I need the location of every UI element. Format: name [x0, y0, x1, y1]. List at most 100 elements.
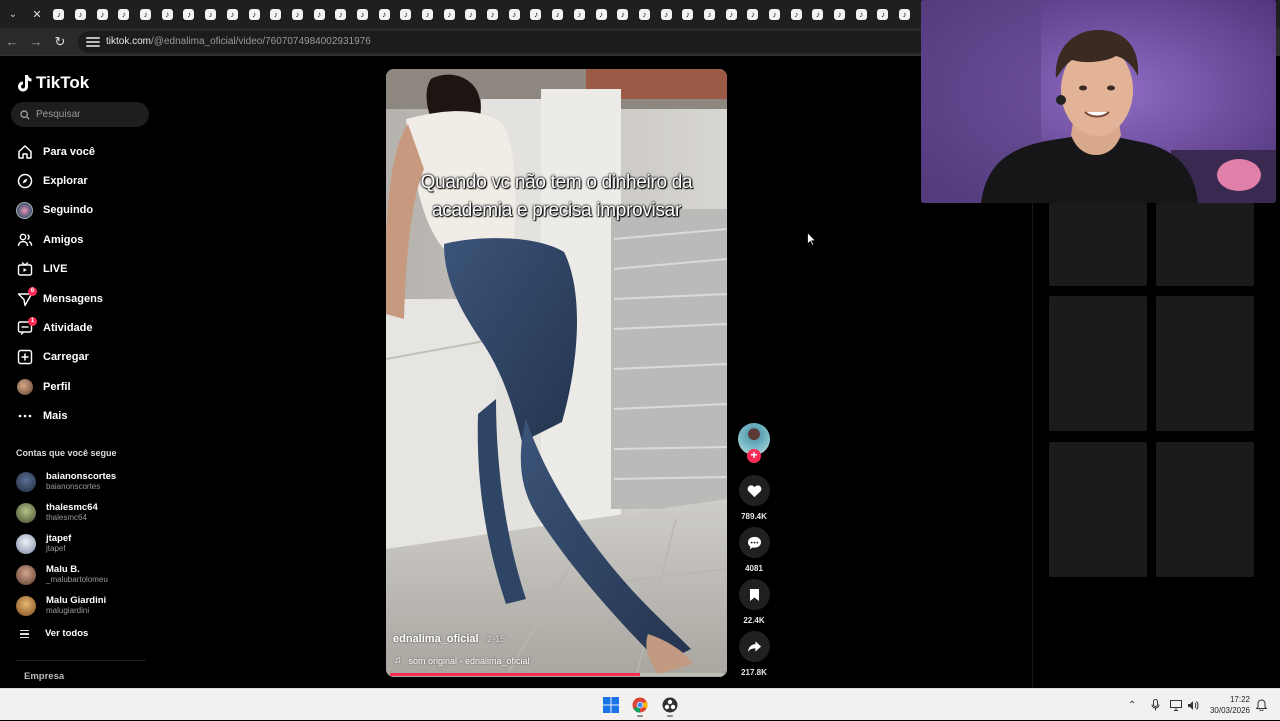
video-sound-row[interactable]: ♫ som original - ednalima_oficial — [394, 655, 530, 666]
share-icon[interactable] — [738, 631, 770, 662]
forward-arrow-icon[interactable]: → — [24, 28, 48, 56]
company-link[interactable]: Empresa — [24, 671, 64, 682]
video-author[interactable]: ednalima_oficial — [393, 633, 479, 645]
video-thumbnail[interactable] — [1156, 296, 1254, 431]
nav-item-amigos[interactable]: Amigos — [16, 225, 156, 254]
browser-tab[interactable]: ♪ — [590, 0, 612, 28]
nav-item-seguindo[interactable]: Seguindo — [16, 196, 156, 225]
volume-icon[interactable] — [1187, 689, 1199, 721]
browser-tab[interactable]: ♪ — [91, 0, 113, 28]
nav-item-para-voce[interactable]: Para você — [16, 137, 156, 166]
browser-tab[interactable]: ♪ — [113, 0, 135, 28]
browser-tab[interactable]: ♪ — [503, 0, 525, 28]
browser-tab[interactable]: ♪ — [894, 0, 916, 28]
video-thumbnail[interactable] — [1156, 203, 1254, 286]
browser-tab[interactable]: ♪ — [178, 0, 200, 28]
nav-item-perfil[interactable]: Perfil — [16, 372, 156, 401]
browser-tab[interactable]: ♪ — [265, 0, 287, 28]
browser-tab[interactable]: ♪ — [829, 0, 851, 28]
browser-tab[interactable]: ♪ — [807, 0, 829, 28]
following-account-baianonscortes[interactable]: baianonscortes baianonscortes — [16, 467, 156, 498]
browser-tab[interactable]: ♪ — [677, 0, 699, 28]
browser-tab[interactable]: ♪ — [48, 0, 70, 28]
comment-action[interactable]: 4081 — [738, 527, 770, 573]
browser-tab[interactable]: ♪ — [438, 0, 460, 28]
video-player[interactable]: Quando vc não tem o dinheiro da academia… — [386, 69, 727, 677]
browser-tab[interactable]: ♪ — [135, 0, 157, 28]
tray-overflow-icon[interactable]: ⌃ — [1128, 689, 1136, 721]
browser-tab[interactable]: ♪ — [460, 0, 482, 28]
browser-tab[interactable]: ♪ — [655, 0, 677, 28]
browser-tab[interactable]: ♪ — [352, 0, 374, 28]
search-box[interactable] — [11, 102, 149, 127]
video-thumbnail[interactable] — [1049, 203, 1147, 286]
browser-tab[interactable]: ♪ — [330, 0, 352, 28]
browser-tab[interactable]: ♪ — [308, 0, 330, 28]
network-icon[interactable] — [1170, 689, 1182, 721]
tiktok-favicon-icon: ♪ — [335, 8, 347, 20]
browser-tab[interactable]: ♪ — [156, 0, 178, 28]
browser-tab[interactable]: ♪ — [850, 0, 872, 28]
browser-tab[interactable]: ♪ — [395, 0, 417, 28]
like-action[interactable]: 789.4K — [738, 475, 770, 521]
tiktok-favicon-icon: ♪ — [356, 8, 368, 20]
browser-tab[interactable]: ♪ — [742, 0, 764, 28]
nav-item-live[interactable]: LIVE — [16, 255, 156, 284]
browser-tab[interactable]: ♪ — [417, 0, 439, 28]
video-thumbnail[interactable] — [1156, 442, 1254, 577]
following-account-thalesmc64[interactable]: thalesmc64 thalesmc64 — [16, 498, 156, 529]
chrome-icon[interactable] — [630, 695, 650, 715]
video-thumbnail[interactable] — [1049, 296, 1147, 431]
reload-icon[interactable]: ↻ — [48, 28, 72, 56]
tab-search-chevron-icon[interactable]: ⌄ — [0, 0, 26, 28]
browser-tab[interactable]: ♪ — [287, 0, 309, 28]
search-input[interactable] — [36, 109, 136, 120]
browser-tab[interactable]: ♪ — [222, 0, 244, 28]
browser-tab[interactable]: ♪ — [200, 0, 222, 28]
browser-tab[interactable]: ♪ — [785, 0, 807, 28]
browser-tab[interactable]: ♪ — [764, 0, 786, 28]
browser-tab[interactable]: ♪ — [482, 0, 504, 28]
browser-tab[interactable]: ♪ — [525, 0, 547, 28]
save-action[interactable]: 22.4K — [738, 579, 770, 625]
nav-item-atividade[interactable]: 1 Atividade — [16, 313, 156, 342]
browser-tab[interactable]: ♪ — [243, 0, 265, 28]
browser-tab[interactable]: ♪ — [872, 0, 894, 28]
nav-item-mensagens[interactable]: 6 Mensagens — [16, 284, 156, 313]
tiktok-favicon-icon: ♪ — [487, 8, 499, 20]
heart-icon[interactable] — [738, 475, 770, 506]
browser-tab[interactable]: ♪ — [612, 0, 634, 28]
site-info-icon[interactable] — [86, 36, 100, 47]
browser-tab[interactable]: ♪ — [70, 0, 92, 28]
follow-plus-icon[interactable]: + — [747, 449, 761, 463]
comment-icon[interactable] — [738, 527, 770, 558]
browser-tab[interactable]: ♪ — [720, 0, 742, 28]
browser-tab[interactable]: ♪ — [547, 0, 569, 28]
nav-item-mais[interactable]: Mais — [16, 402, 156, 431]
back-arrow-icon[interactable]: ← — [0, 28, 24, 56]
browser-tab[interactable]: ♪ — [569, 0, 591, 28]
see-all-button[interactable]: Ver todos — [20, 628, 88, 640]
tiktok-logo[interactable]: TikTok — [16, 73, 89, 93]
nav-item-explorar[interactable]: Explorar — [16, 166, 156, 195]
video-thumbnail[interactable] — [1049, 442, 1147, 577]
nav-item-carregar[interactable]: Carregar — [16, 343, 156, 372]
browser-tab[interactable]: ♪ — [634, 0, 656, 28]
share-action[interactable]: 217.8K — [738, 631, 770, 677]
video-progress-bar[interactable] — [390, 673, 723, 676]
more-icon — [16, 408, 33, 425]
system-clock[interactable]: 17:22 30/03/2026 — [1210, 694, 1250, 716]
following-account-malu-b[interactable]: Malu B. _malubartolomeu — [16, 559, 156, 590]
browser-tab[interactable]: ♪ — [699, 0, 721, 28]
following-account-jtapef[interactable]: jtapef jtapef — [16, 529, 156, 560]
notification-bell-icon[interactable] — [1256, 689, 1267, 721]
active-tab-close-icon[interactable]: ✕ — [26, 0, 48, 28]
bookmark-icon[interactable] — [738, 579, 770, 610]
microphone-icon[interactable] — [1151, 689, 1160, 721]
address-bar[interactable]: tiktok.com/@ednalima_oficial/video/76070… — [78, 30, 938, 53]
browser-tab[interactable]: ♪ — [373, 0, 395, 28]
following-account-malu-giardini[interactable]: Malu Giardini malugiardini — [16, 590, 156, 621]
obs-icon[interactable] — [660, 695, 680, 715]
avatar — [16, 472, 36, 493]
windows-start-icon[interactable] — [601, 695, 621, 715]
